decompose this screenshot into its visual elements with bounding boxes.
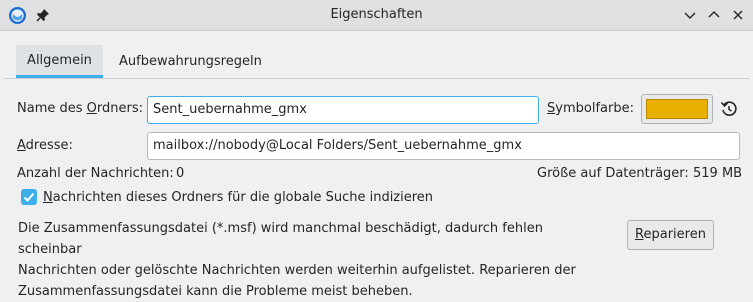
- address-label: Adresse:: [17, 138, 73, 153]
- folder-name-label: Name des Ordners:: [17, 101, 143, 116]
- title-bar: Eigenschaften: [0, 0, 753, 31]
- symbol-color-label: Symbolfarbe:: [547, 101, 634, 116]
- disk-size-label: Größe auf Datenträger:: [537, 166, 689, 181]
- tab-allgemein[interactable]: Allgemein: [16, 45, 103, 78]
- index-checkbox-label[interactable]: Nachrichten dieses Ordners für die globa…: [43, 190, 433, 205]
- checkmark-icon: [23, 192, 35, 202]
- address-field[interactable]: mailbox://nobody@Local Folders/Sent_uebe…: [147, 132, 740, 160]
- summary-line: Nachrichten oder gelöschte Nachrichten w…: [18, 263, 576, 278]
- window-title: Eigenschaften: [330, 7, 423, 22]
- symbol-color-button[interactable]: [641, 94, 713, 124]
- maximize-icon[interactable]: [707, 8, 721, 22]
- tab-aufbewahrungsregeln[interactable]: Aufbewahrungsregeln: [119, 45, 262, 78]
- reset-color-icon[interactable]: [720, 100, 738, 118]
- index-checkbox[interactable]: [21, 189, 37, 205]
- disk-size-value: 519 MB: [693, 166, 743, 181]
- summary-line: Die Zusammenfassungsdatei (*.msf) wird m…: [18, 221, 543, 257]
- tab-divider: [4, 78, 749, 79]
- summary-info-text: Die Zusammenfassungsdatei (*.msf) wird m…: [18, 218, 608, 302]
- close-icon[interactable]: [731, 8, 745, 22]
- summary-line: Zusammenfassungsdatei kann die Probleme …: [18, 284, 413, 299]
- message-count-value: 0: [176, 166, 185, 181]
- color-swatch: [646, 99, 708, 119]
- folder-name-input[interactable]: Sent_uebernahme_gmx: [147, 96, 539, 124]
- message-count-label: Anzahl der Nachrichten:: [17, 166, 174, 181]
- repair-button[interactable]: Reparieren: [627, 220, 714, 250]
- minimize-icon[interactable]: [683, 8, 697, 22]
